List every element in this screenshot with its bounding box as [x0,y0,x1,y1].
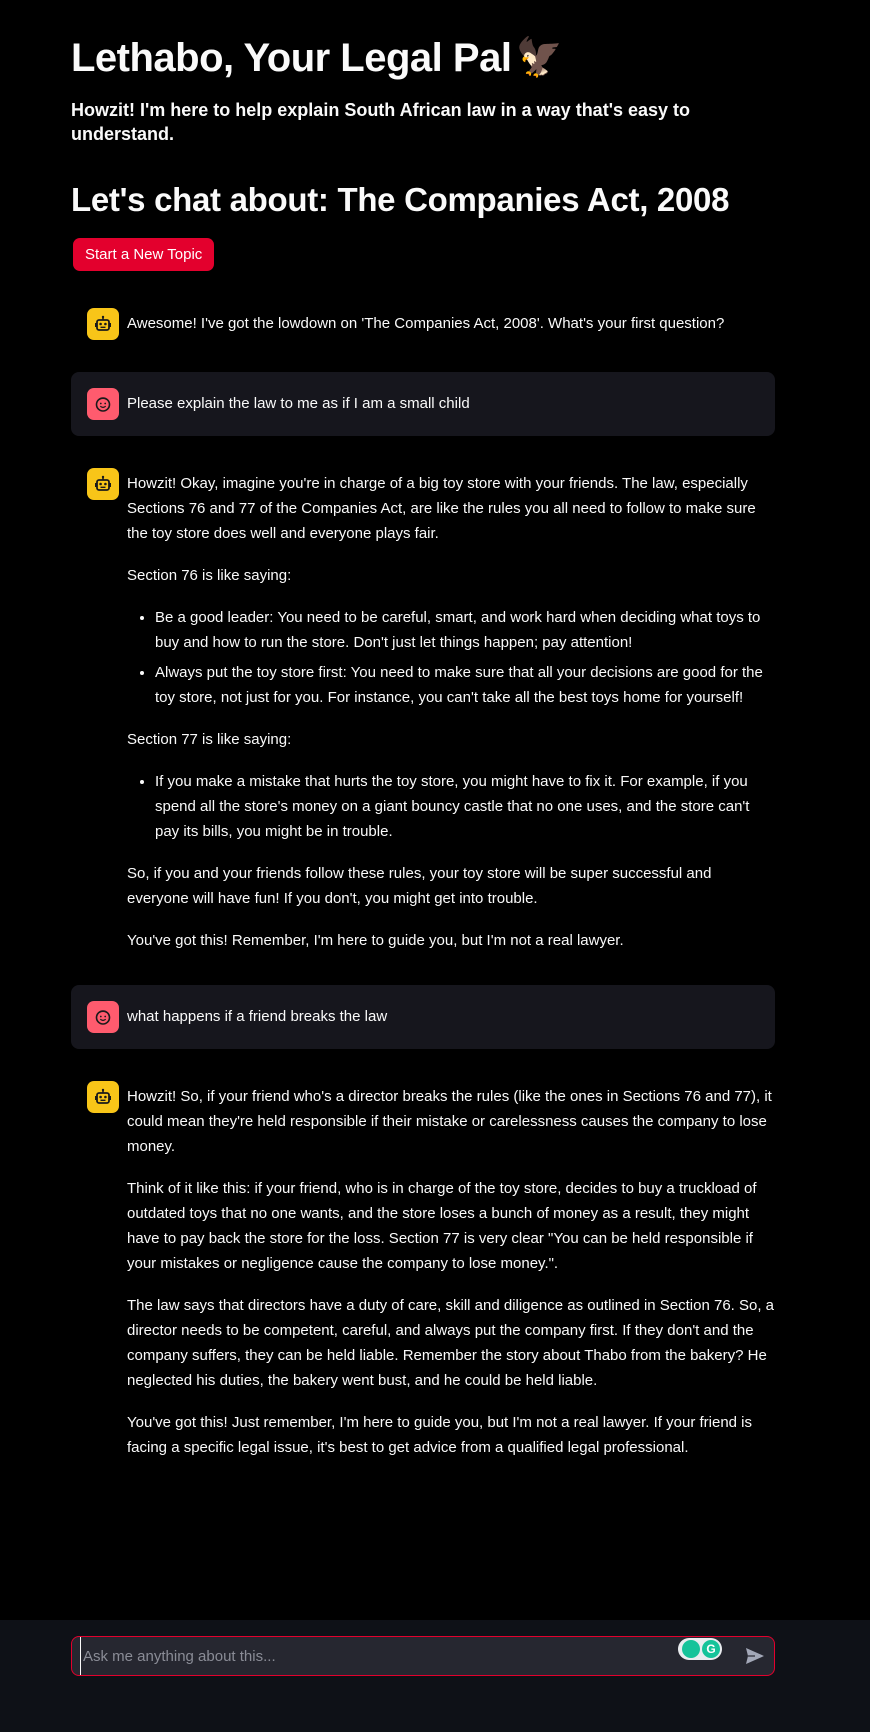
robot-icon [87,308,119,340]
message-paragraph: Section 77 is like saying: [127,731,292,748]
message-paragraph: You've got this! Just remember, I'm here… [127,1414,753,1456]
grammarly-status-icon [682,1640,700,1658]
app-title: Lethabo, Your Legal Pal 🦅 [71,34,775,82]
message-paragraph: So, if you and your friends follow these… [127,865,712,907]
chat-message-user: what happens if a friend breaks the law [71,985,775,1049]
robot-icon [87,1081,119,1113]
list-item: Be a good leader: You need to be careful… [155,605,775,655]
message-text: Awesome! I've got the lowdown on 'The Co… [127,315,725,332]
start-new-topic-button[interactable]: Start a New Topic [73,238,215,271]
message-content: Awesome! I've got the lowdown on 'The Co… [127,308,775,340]
message-paragraph: Howzit! Okay, imagine you're in charge o… [127,475,756,542]
robot-icon [87,468,119,500]
eagle-icon: 🦅 [515,37,563,79]
list-item: If you make a mistake that hurts the toy… [155,769,775,844]
message-paragraph: The law says that directors have a duty … [127,1297,775,1389]
message-content: what happens if a friend breaks the law [127,1001,775,1033]
send-arrow-icon [746,1648,764,1664]
message-text: what happens if a friend breaks the law [127,1008,388,1025]
grammarly-icon[interactable]: G [678,1638,722,1660]
message-paragraph: You've got this! Remember, I'm here to g… [127,932,624,949]
grammarly-g-icon: G [702,1640,720,1658]
message-paragraph: Howzit! So, if your friend who's a direc… [127,1088,772,1155]
list-item: Always put the toy store first: You need… [155,660,775,710]
message-content: Howzit! So, if your friend who's a direc… [127,1081,775,1460]
smiley-face-icon [87,1001,119,1033]
topic-heading: Let's chat about: The Companies Act, 200… [71,181,730,218]
message-content: Please explain the law to me as if I am … [127,388,775,420]
main-content: Lethabo, Your Legal Pal 🦅 Howzit! I'm he… [71,0,775,1476]
chat-message-assistant: Howzit! So, if your friend who's a direc… [71,1065,775,1476]
chat-message-assistant: Howzit! Okay, imagine you're in charge o… [71,452,775,969]
app-title-text: Lethabo, Your Legal Pal [71,36,512,80]
chat-input-bar: G [0,1620,870,1732]
chat-message-user: Please explain the law to me as if I am … [71,372,775,436]
send-button[interactable] [742,1643,768,1669]
message-content: Howzit! Okay, imagine you're in charge o… [127,468,775,953]
bullet-list: Be a good leader: You need to be careful… [127,605,775,710]
message-paragraph: Section 76 is like saying: [127,567,292,584]
chat-message-assistant: Awesome! I've got the lowdown on 'The Co… [71,292,775,356]
chat-messages: Awesome! I've got the lowdown on 'The Co… [71,292,775,1476]
app-subtitle: Howzit! I'm here to help explain South A… [71,100,691,144]
message-text: Please explain the law to me as if I am … [127,395,470,412]
chat-input[interactable] [80,1637,680,1675]
chat-input-container: G [71,1636,775,1676]
message-paragraph: Think of it like this: if your friend, w… [127,1180,757,1272]
bullet-list: If you make a mistake that hurts the toy… [127,769,775,844]
smiley-face-icon [87,388,119,420]
